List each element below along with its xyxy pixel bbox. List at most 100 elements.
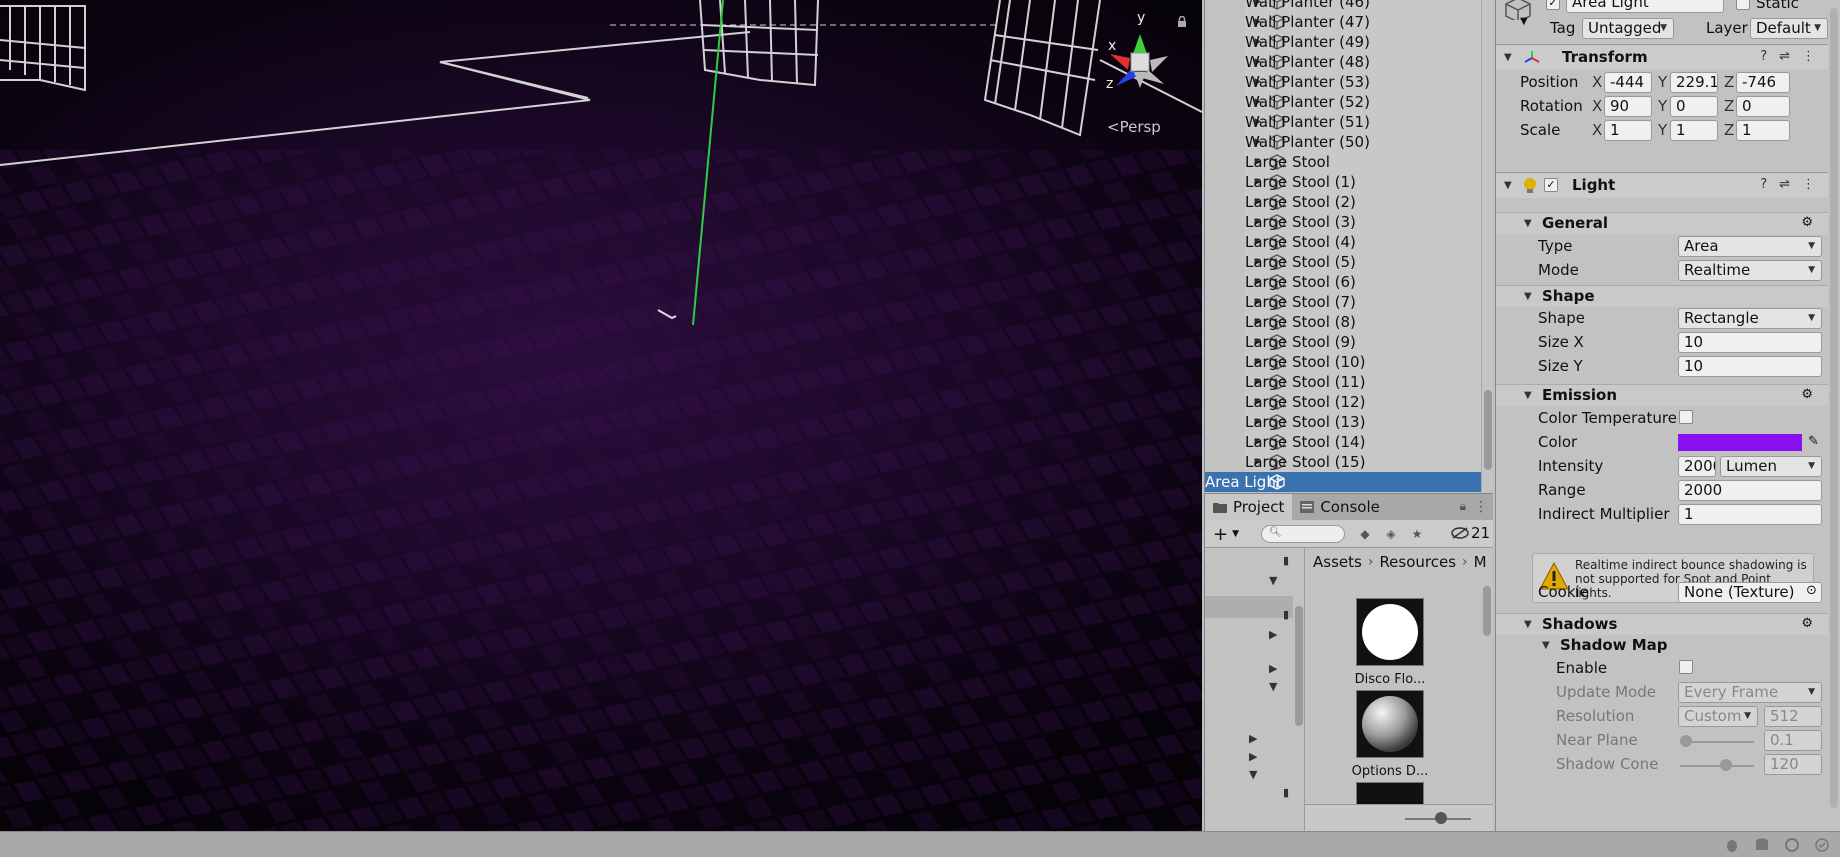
filter-label-icon[interactable]: ◈ — [1381, 525, 1401, 543]
position-y-field[interactable]: 229.1 — [1670, 72, 1718, 93]
hierarchy-item[interactable]: ▶ Large Stool (13) — [1245, 412, 1482, 432]
intensity-field[interactable]: 2000 — [1678, 456, 1716, 477]
project-folder-tree[interactable]: ▮ ▼ ▮ ▶ ▶ ▼ ▶ ▶ ▼ ▮ — [1205, 548, 1305, 831]
shadow-enable-checkbox[interactable] — [1679, 660, 1693, 674]
scene-view[interactable]: y x z <Persp — [0, 0, 1202, 831]
create-button[interactable]: + ▼ — [1213, 524, 1247, 545]
slider-handle[interactable] — [1720, 759, 1732, 771]
position-x-field[interactable]: -444 — [1604, 72, 1652, 93]
tab-project[interactable]: Project — [1205, 494, 1293, 520]
size-x-field[interactable]: 10 — [1678, 332, 1822, 353]
update-mode-dropdown[interactable]: Every Frame — [1678, 682, 1822, 703]
more-options-icon[interactable]: ⋮ — [1802, 177, 1815, 192]
color-field[interactable] — [1678, 434, 1802, 451]
intensity-unit-dropdown[interactable]: Lumen — [1720, 456, 1822, 477]
tree-expand-icon[interactable]: ▼ — [1269, 574, 1277, 587]
size-y-field[interactable]: 10 — [1678, 356, 1822, 377]
color-temperature-checkbox[interactable] — [1679, 410, 1693, 424]
rotation-z-field[interactable]: 0 — [1736, 96, 1790, 117]
resolution-dropdown[interactable]: Custom — [1678, 706, 1758, 727]
active-checkbox[interactable]: ✓ — [1546, 0, 1560, 10]
preset-icon[interactable]: ⇌ — [1779, 49, 1790, 64]
scrollbar-thumb[interactable] — [1295, 606, 1303, 726]
settings-gear-icon[interactable]: ⚙ — [1801, 616, 1813, 631]
hierarchy-item[interactable]: ▶ Wall Planter (50) — [1245, 132, 1482, 152]
database-icon[interactable] — [1754, 837, 1770, 853]
hierarchy-item[interactable]: ▶ Large Stool (6) — [1245, 272, 1482, 292]
static-checkbox[interactable] — [1736, 0, 1750, 10]
near-plane-slider[interactable] — [1680, 735, 1754, 747]
favorite-icon[interactable]: ★ — [1407, 525, 1427, 543]
hierarchy-item[interactable]: ▶ Wall Planter (51) — [1245, 112, 1482, 132]
shadow-cone-slider[interactable] — [1680, 759, 1754, 771]
more-options-icon[interactable]: ⋮ — [1474, 499, 1488, 515]
hierarchy-item[interactable]: ▶ Large Stool (14) — [1245, 432, 1482, 452]
more-options-icon[interactable]: ⋮ — [1802, 49, 1815, 64]
inspector-scrollbar[interactable] — [1828, 0, 1840, 831]
hierarchy-item[interactable]: ▶ Large Stool (10) — [1245, 352, 1482, 372]
tag-dropdown[interactable]: Untagged — [1582, 18, 1674, 39]
hierarchy-item[interactable]: ▶ Wall Planter (53) — [1245, 72, 1482, 92]
rotation-y-field[interactable]: 0 — [1670, 96, 1718, 117]
eyedropper-icon[interactable]: ✎ — [1808, 434, 1819, 449]
resolution-field[interactable]: 512 — [1764, 706, 1822, 727]
hierarchy-item[interactable]: Area Light — [1205, 472, 1482, 492]
settings-gear-icon[interactable]: ⚙ — [1801, 215, 1813, 230]
hierarchy-item[interactable]: ▶ Large Stool (3) — [1245, 212, 1482, 232]
cookie-field[interactable]: None (Texture) — [1678, 582, 1822, 603]
scale-z-field[interactable]: 1 — [1736, 120, 1790, 141]
mode-dropdown[interactable]: Realtime — [1678, 260, 1822, 281]
emission-section-header[interactable]: ▼ Emission ⚙ — [1496, 384, 1829, 406]
bug-icon[interactable] — [1724, 837, 1740, 853]
hidden-packages-toggle[interactable]: 21 — [1451, 524, 1490, 542]
object-name-field[interactable]: Area Light — [1566, 0, 1724, 13]
type-dropdown[interactable]: Area — [1678, 236, 1822, 257]
slider-handle[interactable] — [1435, 812, 1447, 824]
breadcrumb-item[interactable]: Resources — [1379, 553, 1456, 571]
hierarchy-item[interactable]: ▶ Large Stool (4) — [1245, 232, 1482, 252]
hierarchy-item[interactable]: ▶ Wall Planter (48) — [1245, 52, 1482, 72]
tab-console[interactable]: Console — [1292, 494, 1388, 520]
shape-dropdown[interactable]: Rectangle — [1678, 308, 1822, 329]
hierarchy-item[interactable]: ▶ Wall Planter (49) — [1245, 32, 1482, 52]
asset-item[interactable]: Options D... — [1345, 690, 1435, 779]
chevron-down-icon[interactable]: ▼ — [1520, 16, 1528, 27]
hierarchy-item[interactable]: ▶ Large Stool (2) — [1245, 192, 1482, 212]
slider-handle[interactable] — [1680, 735, 1692, 747]
lock-icon[interactable]: 🔒︎ — [1460, 499, 1466, 515]
hierarchy-item[interactable]: ▶ Large Stool (5) — [1245, 252, 1482, 272]
network-icon[interactable] — [1784, 837, 1800, 853]
shadow-map-collapse-icon[interactable]: ▼ — [1542, 640, 1550, 651]
scrollbar-thumb[interactable] — [1830, 8, 1838, 808]
preset-icon[interactable]: ⇌ — [1779, 177, 1790, 192]
tree-expand-icon[interactable]: ▶ — [1249, 750, 1257, 763]
hierarchy-item[interactable]: ▶ Large Stool (15) — [1245, 452, 1482, 472]
hierarchy-item[interactable]: ▶ Large Stool (8) — [1245, 312, 1482, 332]
breadcrumb-item[interactable]: Assets — [1313, 553, 1362, 571]
hierarchy-item[interactable]: ▶ Wall Planter (46) — [1245, 0, 1482, 12]
projection-toggle[interactable]: <Persp — [1107, 118, 1161, 136]
tree-expand-icon[interactable]: ▶ — [1269, 662, 1277, 675]
tree-expand-icon[interactable]: ▶ — [1249, 732, 1257, 745]
tree-expand-icon[interactable]: ▼ — [1269, 680, 1277, 693]
light-enabled-checkbox[interactable]: ✓ — [1544, 178, 1558, 192]
shadows-section-header[interactable]: ▼ Shadows ⚙ — [1496, 613, 1829, 635]
light-header[interactable]: ▼ ✓ Light ? ⇌ ⋮ — [1496, 172, 1829, 198]
hierarchy-item[interactable]: ▶ Large Stool (11) — [1245, 372, 1482, 392]
shape-section-header[interactable]: ▼ Shape — [1496, 285, 1829, 307]
hierarchy-item[interactable]: ▶ Large Stool — [1245, 152, 1482, 172]
lock-icon[interactable] — [1176, 16, 1188, 28]
tree-expand-icon[interactable]: ▼ — [1249, 768, 1257, 781]
scale-y-field[interactable]: 1 — [1670, 120, 1718, 141]
scale-x-field[interactable]: 1 — [1604, 120, 1652, 141]
filter-type-icon[interactable]: ◆ — [1355, 525, 1375, 543]
tree-scrollbar[interactable] — [1293, 548, 1305, 831]
transform-header[interactable]: ▼ Transform ? ⇌ ⋮ — [1496, 44, 1829, 70]
object-picker-icon[interactable]: ⊙ — [1806, 583, 1817, 598]
asset-item[interactable] — [1345, 782, 1435, 804]
help-icon[interactable]: ? — [1760, 177, 1767, 192]
check-circle-icon[interactable] — [1814, 837, 1830, 853]
hierarchy-item[interactable]: ▶ Wall Planter (52) — [1245, 92, 1482, 112]
hierarchy-scrollbar[interactable] — [1481, 0, 1493, 492]
help-icon[interactable]: ? — [1760, 49, 1767, 64]
